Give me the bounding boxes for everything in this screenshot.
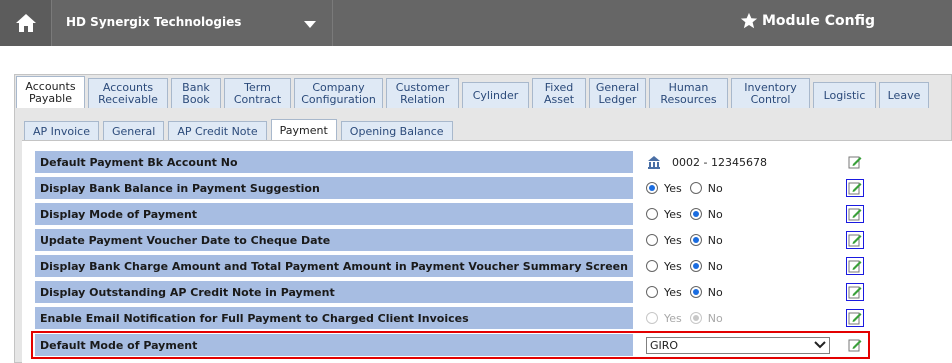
top-divider <box>332 0 333 46</box>
edit-icon[interactable] <box>846 231 864 249</box>
tab-general-ledger[interactable]: General Ledger <box>589 78 646 108</box>
star-icon <box>740 12 758 29</box>
tab-cylinder[interactable]: Cylinder <box>462 82 529 108</box>
tab-customer-relation[interactable]: Customer Relation <box>386 78 459 108</box>
payment-bank-account-value: 0002 - 12345678 <box>672 155 767 169</box>
setting-row: Default Payment Bk Account No 0002 - 123… <box>34 150 868 174</box>
radio-option-yes[interactable]: Yes <box>646 260 682 273</box>
tab-accounts-payable[interactable]: Accounts Payable <box>16 76 85 108</box>
radio-no[interactable] <box>689 208 702 220</box>
radio-yes[interactable] <box>646 286 658 298</box>
tab-fixed-asset[interactable]: Fixed Asset <box>532 78 586 108</box>
edit-icon[interactable] <box>846 283 864 301</box>
module-title: Module Config <box>740 12 875 30</box>
setting-label: Update Payment Voucher Date to Cheque Da… <box>34 228 634 252</box>
module-title-text: Module Config <box>762 13 875 29</box>
setting-value: Yes No <box>634 280 868 304</box>
subtab-ap-credit-note[interactable]: AP Credit Note <box>168 121 267 140</box>
radio-yes[interactable] <box>646 208 658 220</box>
radio-yes[interactable] <box>646 260 658 272</box>
setting-value: Yes No <box>634 306 868 330</box>
radio-option-yes: Yes <box>646 312 682 325</box>
radio-no[interactable] <box>689 234 702 246</box>
setting-value: 0002 - 12345678 <box>634 150 868 174</box>
bank-lookup-icon[interactable] <box>646 155 662 169</box>
setting-value: Yes No <box>634 228 868 252</box>
radio-option-no[interactable]: No <box>689 234 723 247</box>
radio-option-yes[interactable]: Yes <box>646 208 682 221</box>
radio-yes[interactable] <box>646 182 658 194</box>
edit-icon[interactable] <box>846 179 864 197</box>
sub-tabs: AP Invoice General AP Credit Note Paymen… <box>24 119 457 140</box>
tab-term-contract[interactable]: Term Contract <box>224 78 291 108</box>
radio-option-yes[interactable]: Yes <box>646 234 682 247</box>
radio-no <box>689 312 702 324</box>
radio-yes[interactable] <box>646 234 658 246</box>
edit-icon[interactable] <box>846 309 864 327</box>
subtab-general[interactable]: General <box>102 121 165 140</box>
tab-bank-book[interactable]: Bank Book <box>171 78 221 108</box>
subtab-opening-balance[interactable]: Opening Balance <box>340 121 453 140</box>
edit-icon[interactable] <box>846 257 864 275</box>
edit-icon[interactable] <box>846 153 864 171</box>
radio-option-no[interactable]: No <box>689 182 723 195</box>
tab-human-resources[interactable]: Human Resources <box>649 78 728 108</box>
company-name: HD Synergix Technologies <box>66 15 242 29</box>
edit-icon[interactable] <box>846 205 864 223</box>
setting-label: Enable Email Notification for Full Payme… <box>34 306 634 330</box>
radio-option-yes[interactable]: Yes <box>646 182 682 195</box>
main-tabs: Accounts Payable Accounts Receivable Bank B… <box>16 76 932 108</box>
setting-row: Enable Email Notification for Full Payme… <box>34 306 868 330</box>
setting-value: Yes No <box>634 254 868 278</box>
setting-label: Display Outstanding AP Credit Note in Pa… <box>34 280 634 304</box>
setting-row: Display Bank Charge Amount and Total Pay… <box>34 254 868 278</box>
tab-logistic[interactable]: Logistic <box>813 82 876 108</box>
setting-value: Yes No <box>634 176 868 200</box>
tab-inventory-control[interactable]: Inventory Control <box>731 78 810 108</box>
setting-row: Display Bank Balance in Payment Suggesti… <box>34 176 868 200</box>
setting-label: Display Bank Balance in Payment Suggesti… <box>34 176 634 200</box>
radio-option-yes[interactable]: Yes <box>646 286 682 299</box>
setting-row: Display Mode of Payment Yes No <box>34 202 868 226</box>
setting-label: Display Mode of Payment <box>34 202 634 226</box>
chevron-down-icon[interactable] <box>304 21 316 28</box>
highlight-box <box>31 331 870 359</box>
top-bar: HD Synergix Technologies Module Config <box>0 0 952 46</box>
radio-no[interactable] <box>689 182 702 194</box>
tab-company-configuration[interactable]: Company Configuration <box>294 78 383 108</box>
setting-value: Yes No <box>634 202 868 226</box>
home-button[interactable] <box>0 0 52 46</box>
subtab-payment[interactable]: Payment <box>270 119 337 140</box>
radio-option-no[interactable]: No <box>689 208 723 221</box>
radio-option-no[interactable]: No <box>689 286 723 299</box>
setting-row: Display Outstanding AP Credit Note in Pa… <box>34 280 868 304</box>
setting-row: Update Payment Voucher Date to Cheque Da… <box>34 228 868 252</box>
tab-leave[interactable]: Leave <box>879 82 929 108</box>
radio-option-no: No <box>689 312 723 325</box>
home-icon <box>15 14 36 32</box>
setting-label: Default Payment Bk Account No <box>34 150 634 174</box>
setting-label: Display Bank Charge Amount and Total Pay… <box>34 254 634 278</box>
radio-option-no[interactable]: No <box>689 260 723 273</box>
radio-yes <box>646 312 658 324</box>
radio-no[interactable] <box>689 260 702 272</box>
subtab-ap-invoice[interactable]: AP Invoice <box>24 121 99 140</box>
tab-accounts-receivable[interactable]: Accounts Receivable <box>88 78 168 108</box>
radio-no[interactable] <box>689 286 702 298</box>
